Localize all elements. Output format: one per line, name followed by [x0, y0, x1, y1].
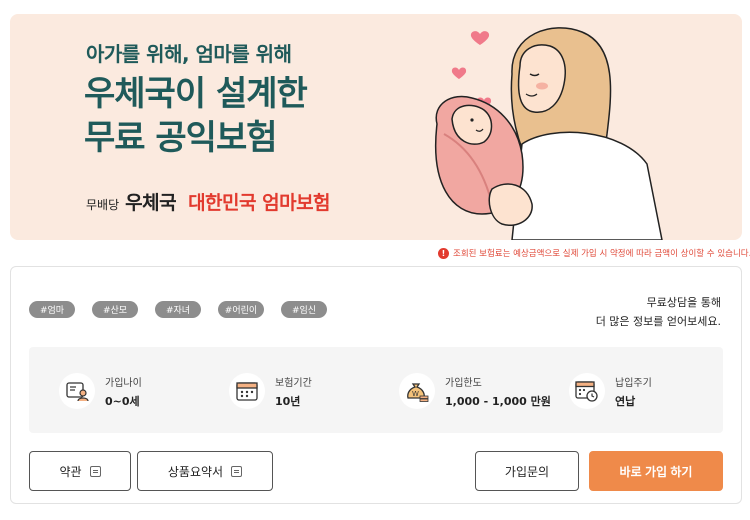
info-period: 보험기간 10년	[229, 373, 312, 409]
banner-title-line1: 우체국이 설계한	[84, 74, 308, 114]
svg-text:W: W	[412, 390, 419, 398]
document-icon	[231, 465, 243, 477]
inquiry-button-label: 가입문의	[504, 464, 550, 479]
info-age-value: 0~0세	[105, 394, 140, 408]
info-cycle: 납입주기 연납	[569, 373, 652, 409]
banner-subtitle: 아가를 위해, 엄마를 위해	[86, 42, 292, 66]
consult-line2: 더 많은 정보를 얻어보세요.	[595, 315, 721, 328]
tag-item[interactable]: #자녀	[155, 301, 201, 318]
banner-title: 우체국이 설계한 무료 공익보험	[84, 72, 308, 160]
summary-button-label: 상품요약서	[167, 464, 224, 479]
banner-title-line2: 무료 공익보험	[84, 118, 278, 158]
summary-button[interactable]: 상품요약서	[137, 451, 273, 491]
product-card: #엄마 #산모 #자녀 #어린이 #임신 무료상담을 통해 더 많은 정보를 얻…	[10, 266, 742, 504]
info-age: 가입나이 0~0세	[59, 373, 142, 409]
apply-button-label: 바로 가입 하기	[619, 464, 693, 479]
info-limit-label: 가입한도	[445, 377, 482, 389]
product-name: 대한민국 엄마보험	[188, 192, 331, 214]
terms-button[interactable]: 약관	[29, 451, 131, 491]
notice-text: 조회된 보험료는 예상금액으로 실제 가입 시 약정에 따라 금액이 상이할 수…	[453, 249, 750, 259]
info-limit-value: 1,000 - 1,000 만원	[445, 394, 551, 408]
info-age-label: 가입나이	[105, 377, 142, 389]
heart-icon	[470, 31, 490, 45]
tag-item[interactable]: #어린이	[218, 301, 264, 318]
promo-banner: 아가를 위해, 엄마를 위해 우체국이 설계한 무료 공익보험 무배당 우체국 …	[10, 14, 742, 240]
tag-list: #엄마 #산모 #자녀 #어린이 #임신	[29, 301, 327, 318]
info-cycle-label: 납입주기	[615, 377, 652, 389]
consult-line1: 무료상담을 통해	[646, 296, 721, 309]
info-period-value: 10년	[275, 394, 301, 408]
calendar-icon	[229, 373, 265, 409]
exclamation-icon: !	[438, 247, 449, 259]
money-bag-icon: W	[399, 373, 435, 409]
brand-prefix: 무배당	[86, 198, 120, 212]
tag-item[interactable]: #엄마	[29, 301, 75, 318]
apply-button[interactable]: 바로 가입 하기	[589, 451, 723, 491]
document-icon	[89, 465, 101, 477]
heart-icon	[451, 67, 467, 79]
brand-name: 우체국	[125, 192, 177, 214]
info-period-label: 보험기간	[275, 377, 312, 389]
inquiry-button[interactable]: 가입문의	[475, 451, 579, 491]
calendar-clock-icon	[569, 373, 605, 409]
tag-item[interactable]: #임신	[281, 301, 327, 318]
person-card-icon	[59, 373, 95, 409]
mother-baby-illustration	[435, 27, 663, 240]
tag-item[interactable]: #산모	[92, 301, 138, 318]
terms-button-label: 약관	[59, 464, 82, 479]
info-limit: W 가입한도 1,000 - 1,000 만원	[399, 373, 551, 409]
product-info-box: 가입나이 0~0세 보험기간 10년 W 가입한도 1,000 - 1,000 …	[29, 347, 723, 433]
brand-row: 무배당 우체국 대한민국 엄마보험	[86, 188, 331, 215]
consult-message: 무료상담을 통해 더 많은 정보를 얻어보세요.	[596, 293, 721, 331]
info-cycle-value: 연납	[615, 394, 636, 408]
price-notice: ! 조회된 보험료는 예상금액으로 실제 가입 시 약정에 따라 금액이 상이할…	[438, 247, 750, 259]
